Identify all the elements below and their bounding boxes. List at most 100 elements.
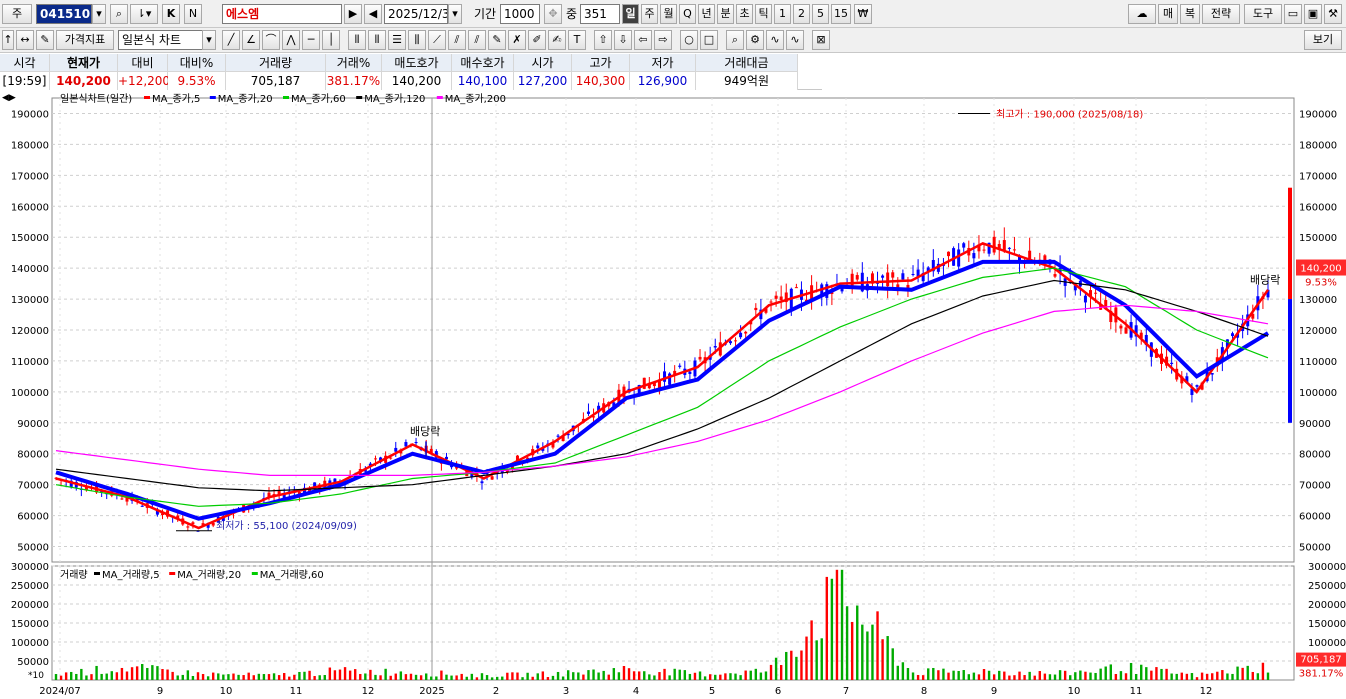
legend-swatch — [169, 572, 176, 575]
price-chart[interactable]: 50000 50000 60000 60000 70000 70000 80000 80000… — [0, 90, 1346, 699]
folder-icon[interactable]: ▭ — [1284, 4, 1302, 24]
text-tool-icon[interactable]: T — [568, 30, 586, 50]
rect-tool-icon[interactable]: □ — [700, 30, 718, 50]
compound-button[interactable]: 복 — [1180, 4, 1200, 24]
sort-icon[interactable]: ⇂▾ — [130, 4, 158, 24]
interval-tab[interactable]: 15 — [831, 4, 851, 24]
brush-tool-icon[interactable]: ✐ — [528, 30, 546, 50]
zoom-tool-icon[interactable]: ⌕ — [726, 30, 744, 50]
volume-bar — [120, 667, 124, 680]
price-tick-right: 190000 — [1299, 109, 1337, 120]
save-icon[interactable]: ▣ — [1304, 4, 1322, 24]
volume-bar — [891, 648, 894, 680]
prev-arrow-icon[interactable]: ◀ — [364, 4, 382, 24]
interval-tab[interactable]: 초 — [736, 4, 753, 24]
settings-tool-icon[interactable]: ⚙ — [746, 30, 764, 50]
wave-tool-icon[interactable]: ∿ — [766, 30, 784, 50]
bars-tool-icon[interactable]: ⫼ — [408, 30, 426, 50]
currency-icon[interactable]: ₩ — [854, 4, 872, 24]
multiline-tool-icon[interactable]: ⦀ — [368, 30, 386, 50]
volume-bar — [526, 672, 529, 680]
x-tick-label: 12 — [362, 686, 375, 697]
up-arrow-tool-icon[interactable]: ⇧ — [594, 30, 612, 50]
down-arrow-tool-icon[interactable]: ⇩ — [614, 30, 632, 50]
scroll-up-icon[interactable]: ↑ — [2, 30, 14, 50]
volume-bar — [861, 624, 864, 680]
volume-bar — [212, 672, 215, 680]
wrench-icon[interactable]: ⚒ — [1324, 4, 1342, 24]
interval-tab[interactable]: 2 — [793, 4, 810, 24]
count-input[interactable]: 351 — [580, 4, 620, 24]
dividend-annotation: 배당락 — [410, 425, 440, 438]
date-field[interactable]: 2025/12/30 — [384, 4, 448, 24]
indicator-button[interactable]: 가격지표 — [56, 30, 114, 50]
quote-header: 매도호가 — [382, 54, 452, 72]
trend-tool-icon[interactable]: ⟋ — [428, 30, 446, 50]
reset-tool-icon[interactable]: ⊠ — [812, 30, 830, 50]
tools-button[interactable]: 도구 — [1244, 4, 1282, 24]
right-arrow-tool-icon[interactable]: ⇨ — [654, 30, 672, 50]
k-button[interactable]: K — [162, 4, 180, 24]
volume-bar — [805, 636, 808, 680]
view-button[interactable]: 보기 — [1304, 30, 1342, 50]
crosshair-icon[interactable]: ✥ — [544, 4, 562, 24]
circle-tool-icon[interactable]: ○ — [680, 30, 698, 50]
stock-name-field[interactable]: 에스엠 — [222, 4, 342, 24]
n-button[interactable]: N — [184, 4, 202, 24]
volume-bar — [982, 669, 986, 680]
next-arrow-icon[interactable]: ▶ — [344, 4, 362, 24]
candle-body — [1007, 247, 1011, 249]
price-tick-right: 50000 — [1299, 543, 1331, 554]
market-select[interactable]: 주 — [2, 4, 32, 24]
quote-value: 140,100 — [452, 72, 514, 90]
hline-tool-icon[interactable]: ─ — [302, 30, 320, 50]
note-tool-icon[interactable]: ✍ — [548, 30, 566, 50]
fan-tool-icon[interactable]: ⋀ — [282, 30, 300, 50]
interval-tab[interactable]: 분 — [717, 4, 734, 24]
arc-tool-icon[interactable]: ⌒ — [262, 30, 280, 50]
angle-tool-icon[interactable]: ∠ — [242, 30, 260, 50]
wave2-tool-icon[interactable]: ∿ — [786, 30, 804, 50]
chart-type-select[interactable]: 일본식 차트 — [118, 30, 204, 50]
scroll-lr-icon[interactable]: ↔ — [16, 30, 34, 50]
volume-bar — [1018, 671, 1021, 680]
stock-code-input[interactable]: 041510 — [36, 4, 92, 24]
left-arrow-tool-icon[interactable]: ⇦ — [634, 30, 652, 50]
edit-icon[interactable]: ✎ — [36, 30, 54, 50]
channel-tool-icon[interactable]: ⫽ — [448, 30, 466, 50]
interval-tab[interactable]: 주 — [641, 4, 658, 24]
volume-bar — [460, 673, 463, 680]
code-dropdown-icon[interactable]: ▾ — [92, 4, 106, 24]
buy-button[interactable]: 매 — [1158, 4, 1178, 24]
interval-tab[interactable]: 월 — [660, 4, 677, 24]
period-input[interactable]: 1000 — [500, 4, 540, 24]
interval-tab[interactable]: 틱 — [755, 4, 772, 24]
volume-bar — [587, 670, 590, 680]
volume-bar — [1140, 664, 1143, 680]
volume-bar — [1028, 671, 1031, 680]
interval-tab[interactable]: 년 — [698, 4, 715, 24]
interval-tab[interactable]: 5 — [812, 4, 829, 24]
interval-tab[interactable]: 1 — [774, 4, 791, 24]
search-icon[interactable]: ⌕ — [110, 4, 128, 24]
table-tool-icon[interactable]: ☰ — [388, 30, 406, 50]
interval-tab[interactable]: Q — [679, 4, 696, 24]
grid-tool-icon[interactable]: ⦀ — [348, 30, 366, 50]
chart-type-dropdown-icon[interactable]: ▾ — [202, 30, 216, 50]
volume-bar — [546, 677, 550, 680]
strategy-button[interactable]: 전략 — [1202, 4, 1240, 24]
current-volume-pct-label: 381.17% — [1299, 669, 1344, 680]
volume-bar — [612, 668, 616, 680]
price-tick-right: 180000 — [1299, 140, 1337, 151]
vline-tool-icon[interactable]: │ — [322, 30, 340, 50]
cloud-icon[interactable]: ☁ — [1128, 4, 1156, 24]
volume-bar — [1150, 670, 1153, 680]
line-tool-icon[interactable]: ╱ — [222, 30, 240, 50]
pencil-tool-icon[interactable]: ✎ — [488, 30, 506, 50]
volume-bar — [774, 657, 778, 680]
volume-bar — [708, 674, 712, 680]
interval-tab[interactable]: 일 — [622, 4, 639, 24]
date-dropdown-icon[interactable]: ▾ — [448, 4, 462, 24]
parallel-tool-icon[interactable]: ⫽ — [468, 30, 486, 50]
cross-tool-icon[interactable]: ✗ — [508, 30, 526, 50]
